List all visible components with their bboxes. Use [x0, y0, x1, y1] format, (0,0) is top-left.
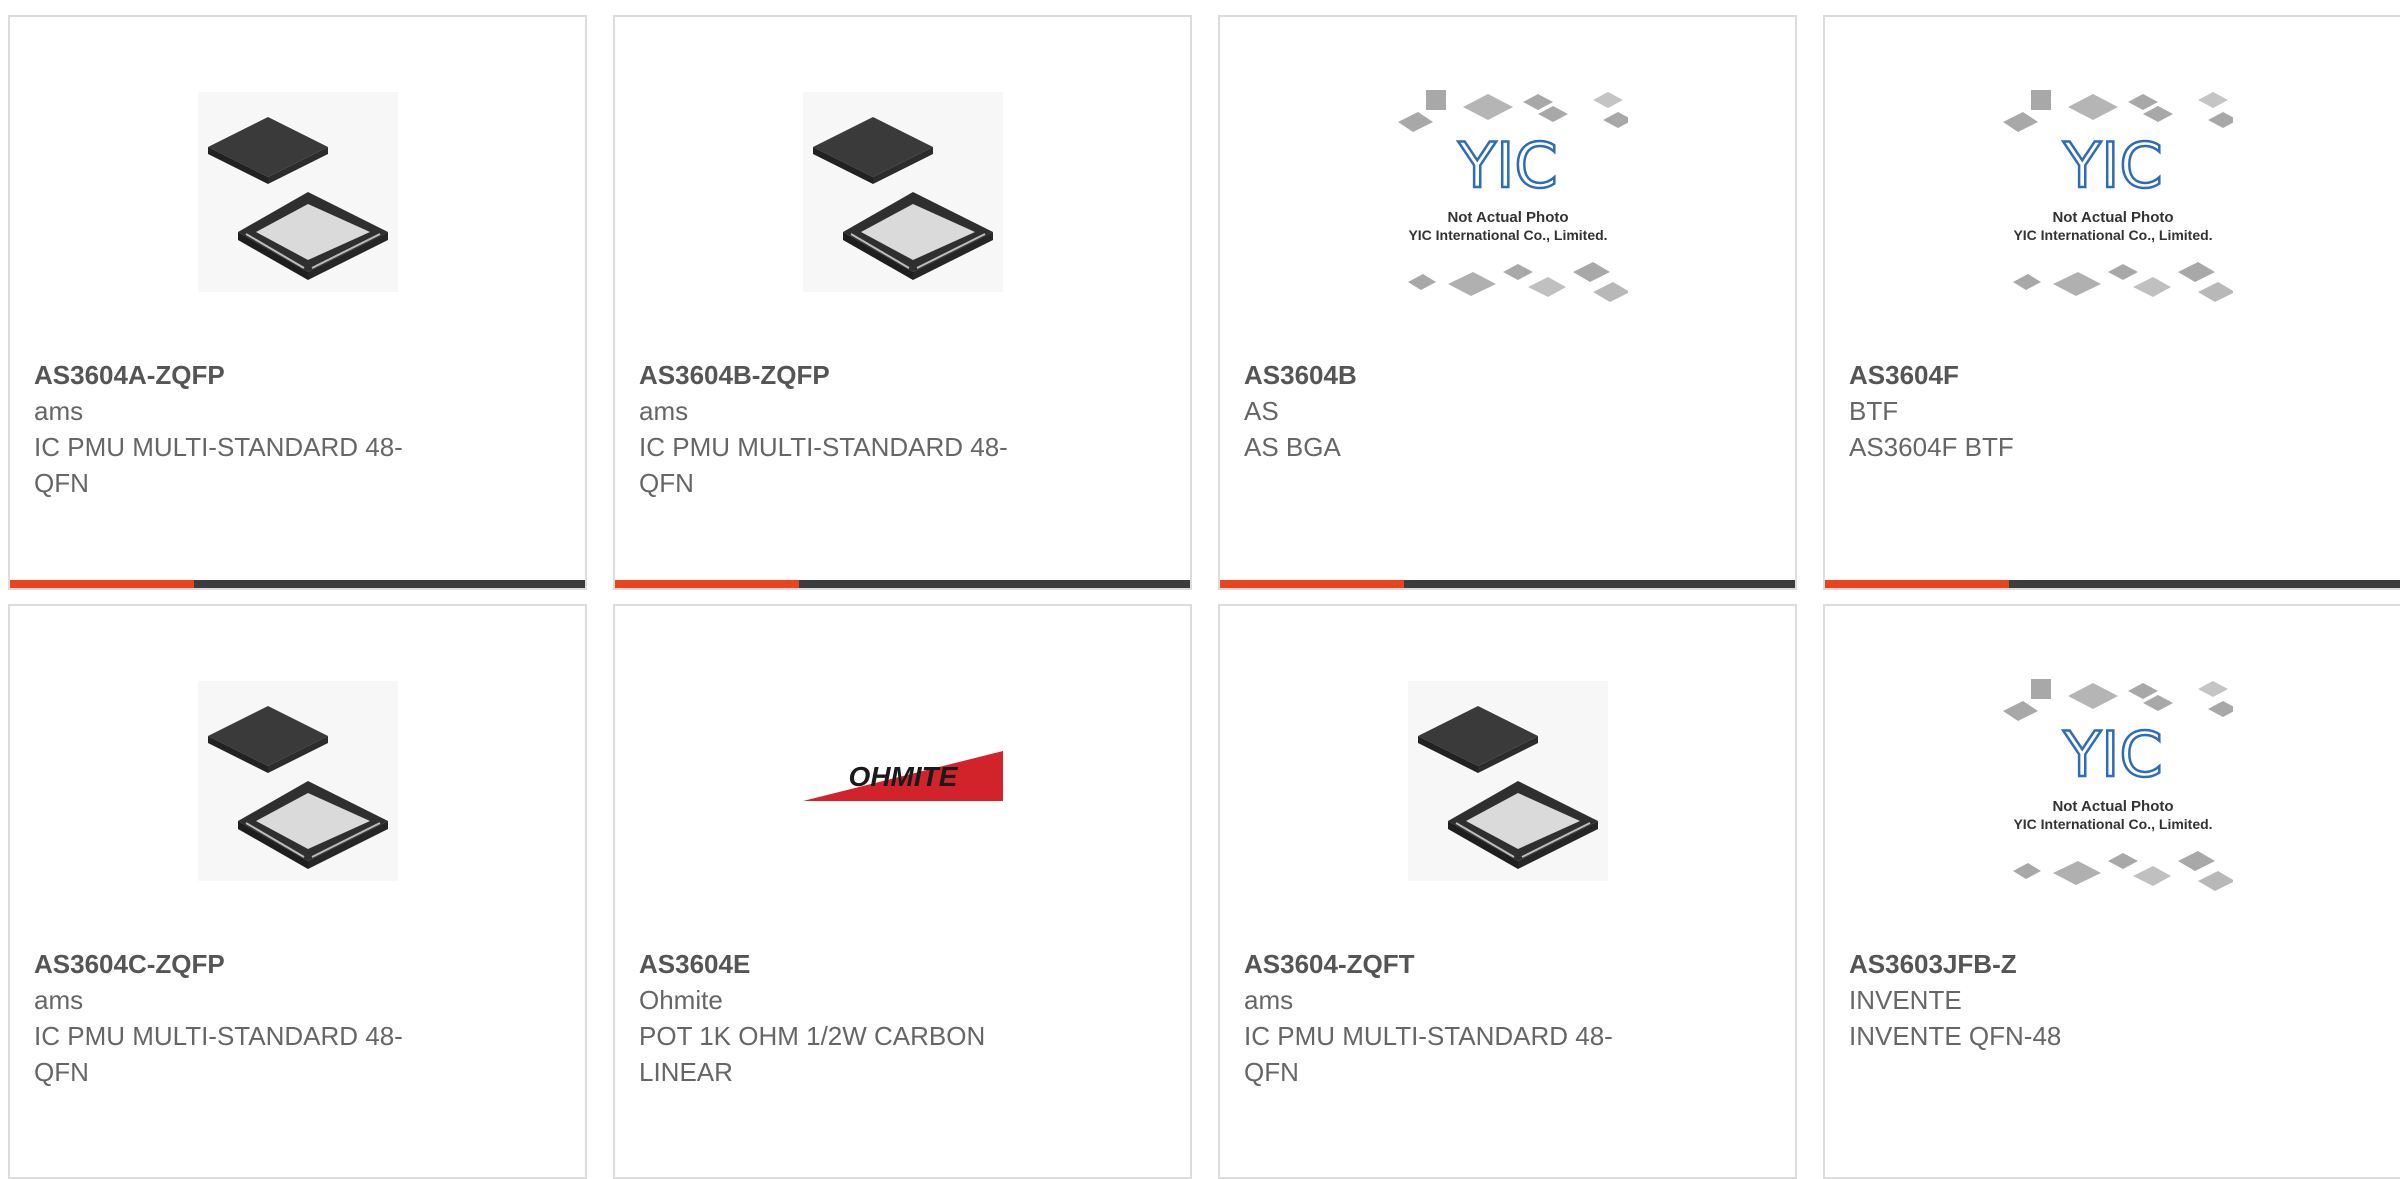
manufacturer-name: Ohmite: [639, 985, 723, 1015]
product-grid: AS3604A-ZQFP ams IC PMU MULTI-STANDARD 48-…: [8, 15, 2400, 1179]
product-info: AS3604E Ohmite POT 1K OHM 1/2W CARBON LINE…: [639, 946, 1099, 1090]
product-thumbnail[interactable]: [1220, 666, 1795, 896]
product-thumbnail[interactable]: [615, 77, 1190, 307]
svg-text:YIC International Co., Limited: YIC International Co., Limited.: [1408, 227, 1607, 243]
yic-placeholder-image: YIC Not Actual Photo YIC International C…: [1993, 661, 2238, 901]
product-info: AS3604-ZQFT ams IC PMU MULTI-STANDARD 48- …: [1244, 946, 1704, 1090]
product-description: IC PMU MULTI-STANDARD 48- QFN: [34, 432, 403, 498]
product-description: POT 1K OHM 1/2W CARBON LINEAR: [639, 1021, 986, 1087]
yic-placeholder-image: YIC Not Actual Photo YIC International C…: [1993, 72, 2238, 312]
product-description: IC PMU MULTI-STANDARD 48- QFN: [639, 432, 1008, 498]
product-thumbnail[interactable]: [10, 666, 585, 896]
qfn-chip-image: [197, 681, 398, 881]
card-hover-bar: [1825, 580, 2400, 588]
svg-text:YIC International Co., Limited: YIC International Co., Limited.: [2013, 227, 2212, 243]
card-hover-bar: [10, 580, 585, 588]
product-thumbnail[interactable]: YIC Not Actual Photo YIC International C…: [1825, 77, 2400, 307]
product-thumbnail[interactable]: YIC Not Actual Photo YIC International C…: [1825, 666, 2400, 896]
part-number-link[interactable]: AS3604C-ZQFP: [34, 946, 494, 982]
yic-logo-text: YIC: [1457, 129, 1557, 202]
qfn-chip-image: [1407, 681, 1608, 881]
product-card[interactable]: AS3604B-ZQFP ams IC PMU MULTI-STANDARD 48-…: [613, 15, 1192, 590]
yic-placeholder-image: YIC Not Actual Photo YIC International C…: [1388, 72, 1633, 312]
part-number-link[interactable]: AS3604-ZQFT: [1244, 946, 1704, 982]
product-info: AS3604C-ZQFP ams IC PMU MULTI-STANDARD 48-…: [34, 946, 494, 1090]
product-card[interactable]: AS3604C-ZQFP ams IC PMU MULTI-STANDARD 48-…: [8, 604, 587, 1179]
ohmite-logo-image: OHMITE: [802, 681, 1003, 881]
yic-logo-text: YIC: [2062, 718, 2162, 791]
svg-text:Not Actual Photo: Not Actual Photo: [2052, 798, 2173, 815]
product-description: AS3604F BTF: [1849, 432, 2014, 462]
card-bar-accent: [1220, 580, 1404, 588]
part-number-link[interactable]: AS3604E: [639, 946, 1099, 982]
product-thumbnail[interactable]: [10, 77, 585, 307]
product-description: INVENTE QFN-48: [1849, 1021, 2062, 1051]
card-bar-accent: [10, 580, 194, 588]
product-info: AS3604B-ZQFP ams IC PMU MULTI-STANDARD 48-…: [639, 357, 1099, 501]
qfn-chip-image: [197, 92, 398, 292]
product-description: AS BGA: [1244, 432, 1341, 462]
product-card[interactable]: YIC Not Actual Photo YIC International C…: [1218, 15, 1797, 590]
svg-text:OHMITE: OHMITE: [848, 761, 958, 792]
product-info: AS3604A-ZQFP ams IC PMU MULTI-STANDARD 48-…: [34, 357, 494, 501]
svg-text:Not Actual Photo: Not Actual Photo: [2052, 209, 2173, 226]
manufacturer-name: ams: [639, 396, 689, 426]
yic-logo-text: YIC: [2062, 129, 2162, 202]
product-card[interactable]: YIC Not Actual Photo YIC International C…: [1823, 15, 2400, 590]
manufacturer-name: ams: [1244, 985, 1294, 1015]
product-info: AS3604B AS AS BGA: [1244, 357, 1704, 465]
product-info: AS3604F BTF AS3604F BTF: [1849, 357, 2309, 465]
product-description: IC PMU MULTI-STANDARD 48- QFN: [34, 1021, 403, 1087]
manufacturer-name: AS: [1244, 396, 1279, 426]
svg-text:YIC International Co., Limited: YIC International Co., Limited.: [2013, 816, 2212, 832]
part-number-link[interactable]: AS3603JFB-Z: [1849, 946, 2309, 982]
part-number-link[interactable]: AS3604B: [1244, 357, 1704, 393]
card-bar-accent: [1825, 580, 2009, 588]
manufacturer-name: INVENTE: [1849, 985, 1962, 1015]
part-number-link[interactable]: AS3604F: [1849, 357, 2309, 393]
manufacturer-name: ams: [34, 985, 84, 1015]
product-card[interactable]: YIC Not Actual Photo YIC International C…: [1823, 604, 2400, 1179]
product-card[interactable]: AS3604-ZQFT ams IC PMU MULTI-STANDARD 48- …: [1218, 604, 1797, 1179]
qfn-chip-image: [802, 92, 1003, 292]
card-hover-bar: [615, 580, 1190, 588]
part-number-link[interactable]: AS3604A-ZQFP: [34, 357, 494, 393]
card-bar-accent: [615, 580, 799, 588]
manufacturer-name: ams: [34, 396, 84, 426]
svg-text:Not Actual Photo: Not Actual Photo: [1447, 209, 1568, 226]
product-card[interactable]: AS3604A-ZQFP ams IC PMU MULTI-STANDARD 48-…: [8, 15, 587, 590]
product-thumbnail[interactable]: OHMITE: [615, 666, 1190, 896]
product-card[interactable]: OHMITE AS3604E Ohmite POT 1K OHM 1/2W CARB…: [613, 604, 1192, 1179]
part-number-link[interactable]: AS3604B-ZQFP: [639, 357, 1099, 393]
card-hover-bar: [1220, 580, 1795, 588]
product-info: AS3603JFB-Z INVENTE INVENTE QFN-48: [1849, 946, 2309, 1054]
product-thumbnail[interactable]: YIC Not Actual Photo YIC International C…: [1220, 77, 1795, 307]
product-description: IC PMU MULTI-STANDARD 48- QFN: [1244, 1021, 1613, 1087]
manufacturer-name: BTF: [1849, 396, 1899, 426]
